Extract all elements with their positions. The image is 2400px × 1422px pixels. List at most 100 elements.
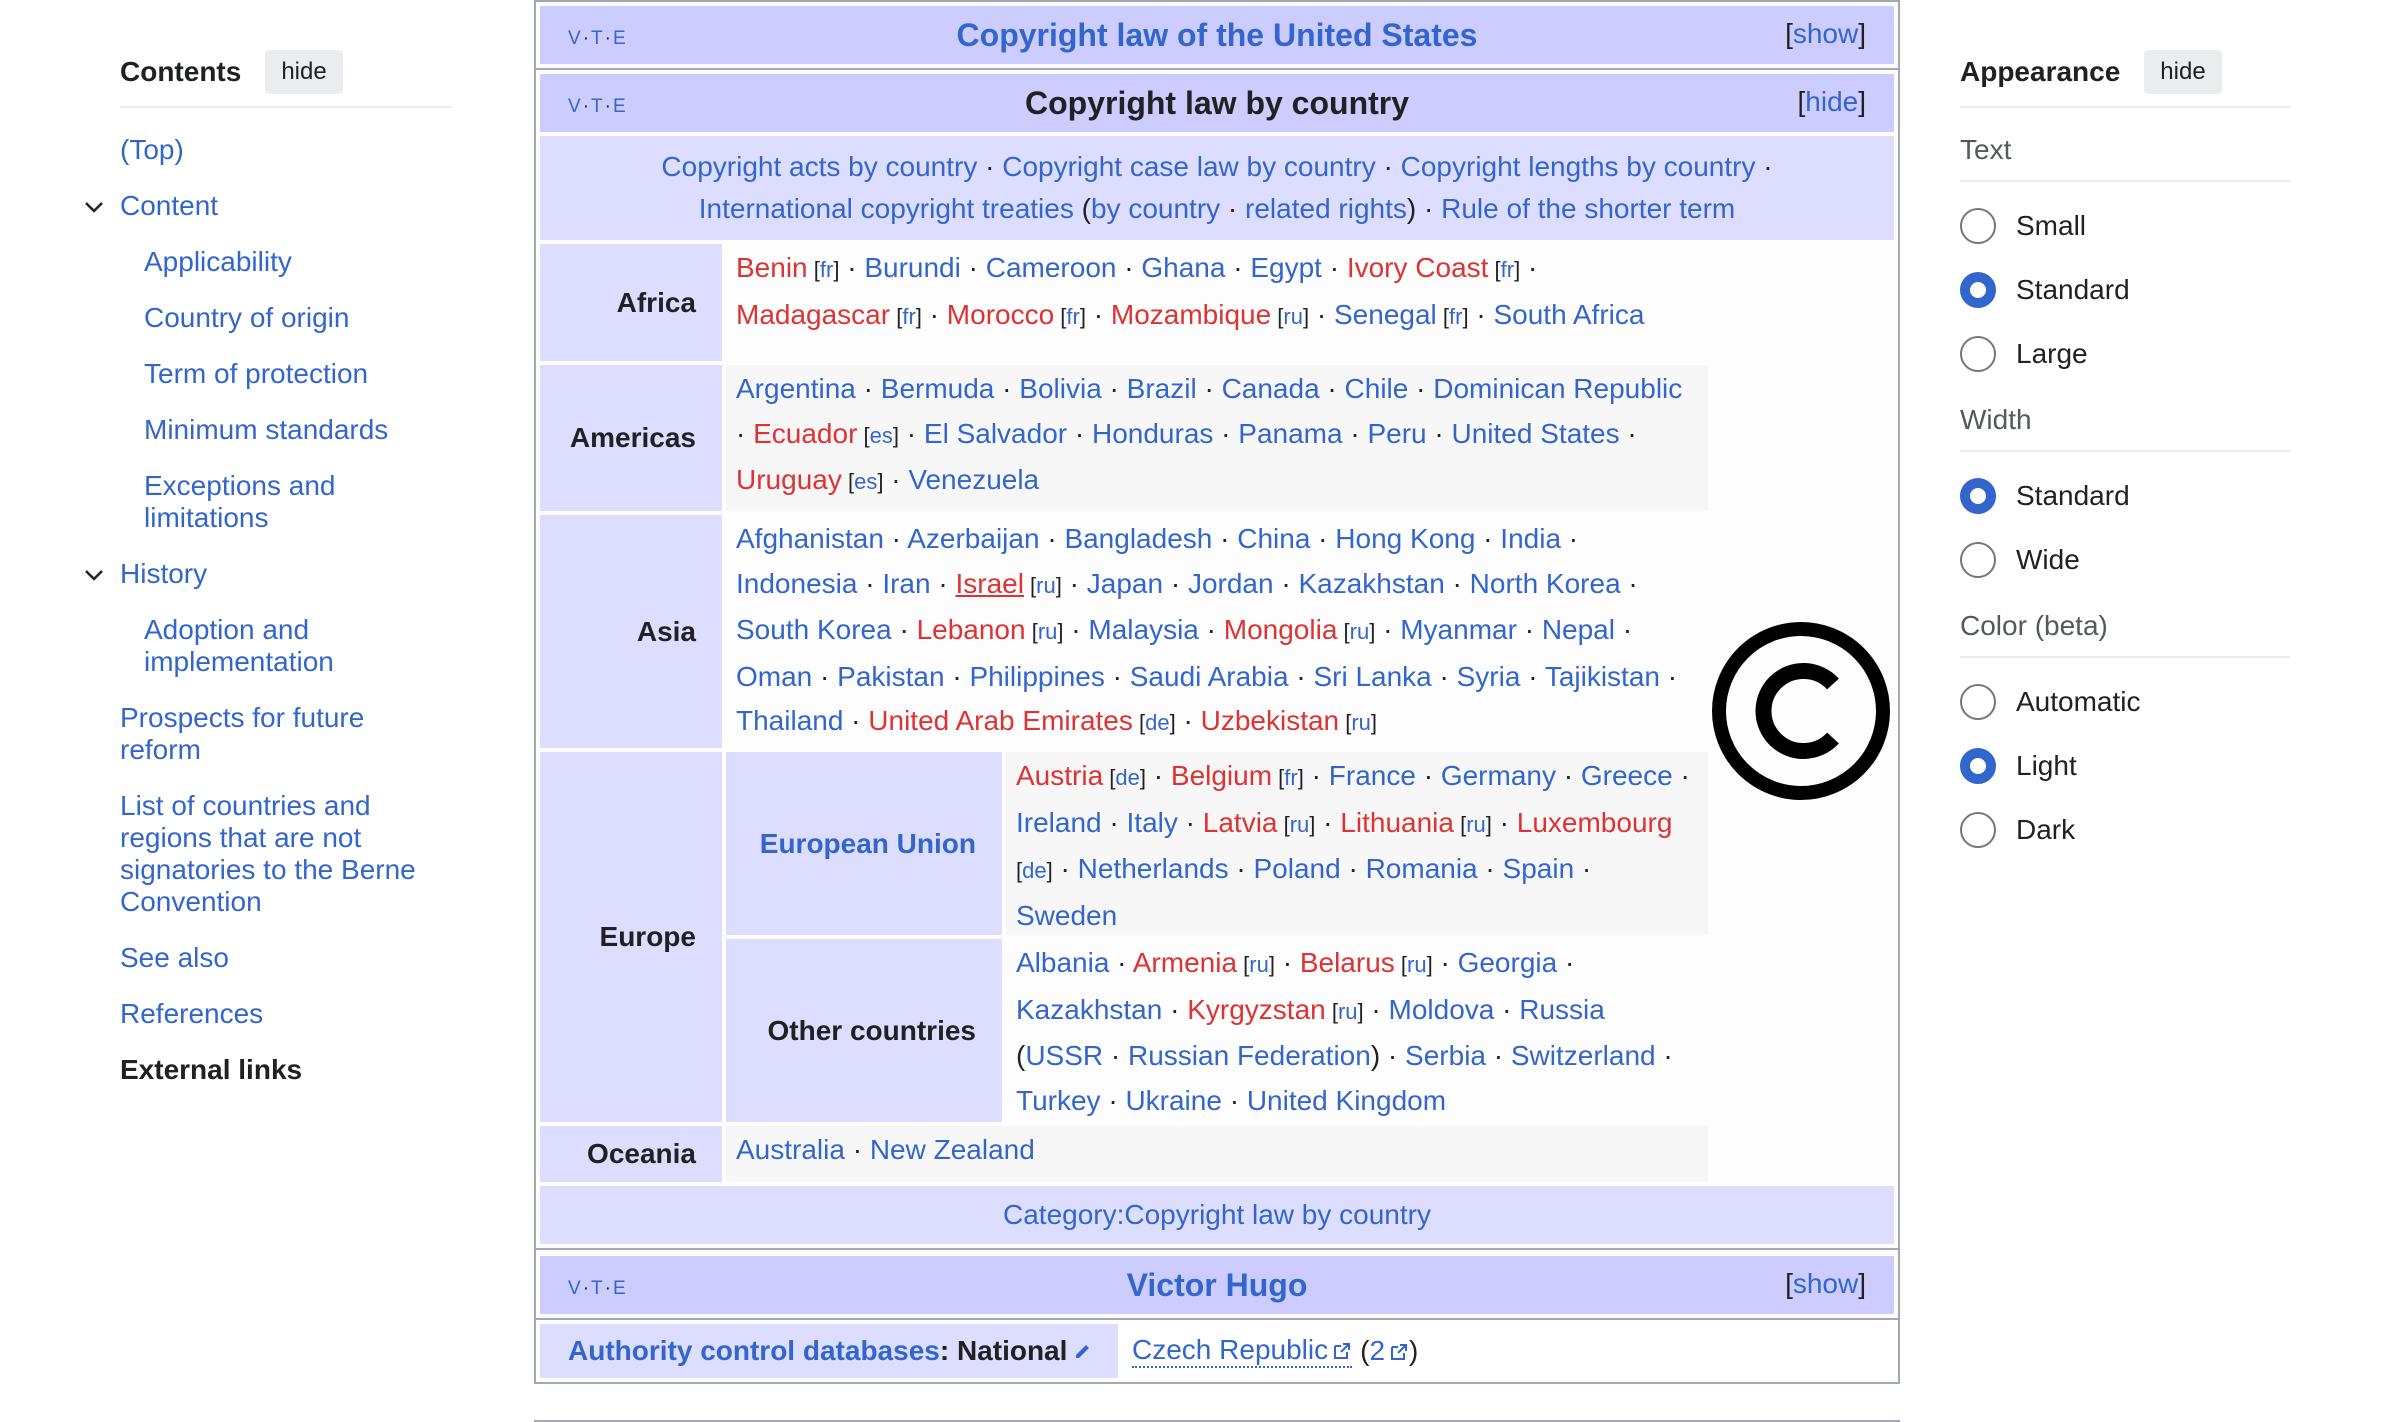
toc-item-term-of-protection[interactable]: Term of protection [120, 358, 452, 390]
copyright-case-law-link[interactable]: Copyright case law by country [1002, 151, 1376, 182]
width-option-wide[interactable]: Wide [1960, 540, 2290, 580]
interlanguage-link[interactable]: [de] [1016, 858, 1053, 883]
toc-item-exceptions-and-limitations[interactable]: Exceptions and limitations [120, 470, 452, 534]
toc-item-top[interactable]: (Top) [120, 134, 452, 166]
interlanguage-link[interactable]: [ru] [1024, 573, 1062, 598]
talk-link[interactable]: T [591, 28, 605, 49]
country-link-bolivia[interactable]: Bolivia [1019, 373, 1101, 404]
radio-button[interactable] [1960, 812, 1996, 848]
country-link-dominican-republic[interactable]: Dominican Republic [1433, 373, 1682, 404]
country-link-serbia[interactable]: Serbia [1405, 1040, 1486, 1071]
interlanguage-link[interactable]: [ru] [1271, 304, 1309, 329]
toc-item-minimum-standards[interactable]: Minimum standards [120, 414, 452, 446]
country-link-lithuania[interactable]: Lithuania [1340, 807, 1454, 838]
country-link-morocco[interactable]: Morocco [947, 299, 1054, 330]
country-link-austria[interactable]: Austria [1016, 760, 1103, 791]
interlanguage-link[interactable]: [ru] [1237, 952, 1275, 977]
related-rights-link[interactable]: related rights [1245, 193, 1407, 224]
country-link-benin[interactable]: Benin [736, 252, 808, 283]
country-link-india[interactable]: India [1500, 523, 1561, 554]
country-link-japan[interactable]: Japan [1087, 568, 1163, 599]
interlanguage-link[interactable]: [de] [1133, 710, 1176, 735]
country-link-france[interactable]: France [1329, 760, 1416, 791]
country-link-venezuela[interactable]: Venezuela [908, 464, 1039, 495]
country-link-ukraine[interactable]: Ukraine [1125, 1085, 1221, 1116]
navbox-title[interactable]: Copyright law of the United States [957, 17, 1478, 54]
country-link-el-salvador[interactable]: El Salvador [924, 418, 1067, 449]
interlanguage-link[interactable]: [es] [842, 469, 884, 494]
country-link-egypt[interactable]: Egypt [1250, 252, 1322, 283]
authority-second-link[interactable]: 2 [1369, 1335, 1409, 1367]
country-link-russian-federation[interactable]: Russian Federation [1128, 1040, 1371, 1071]
country-link-malaysia[interactable]: Malaysia [1088, 614, 1198, 645]
country-link-germany[interactable]: Germany [1441, 760, 1556, 791]
talk-link[interactable]: T [591, 1278, 605, 1299]
country-link-switzerland[interactable]: Switzerland [1511, 1040, 1656, 1071]
text-option-small[interactable]: Small [1960, 206, 2290, 246]
country-link-lebanon[interactable]: Lebanon [917, 614, 1026, 645]
country-link-hong-kong[interactable]: Hong Kong [1335, 523, 1475, 554]
country-link-kazakhstan[interactable]: Kazakhstan [1016, 994, 1162, 1025]
shorter-term-link[interactable]: Rule of the shorter term [1441, 193, 1735, 224]
radio-button[interactable] [1960, 748, 1996, 784]
interlanguage-link[interactable]: [ru] [1454, 812, 1492, 837]
interlanguage-link[interactable]: [fr] [808, 257, 840, 282]
country-link-madagascar[interactable]: Madagascar [736, 299, 890, 330]
country-link-spain[interactable]: Spain [1503, 853, 1575, 884]
category-link[interactable]: Category:Copyright law by country [1003, 1199, 1431, 1230]
toc-item-content[interactable]: Content [85, 190, 452, 222]
interlanguage-link[interactable]: [fr] [1437, 304, 1469, 329]
talk-link[interactable]: T [591, 96, 605, 117]
country-link-latvia[interactable]: Latvia [1203, 807, 1278, 838]
country-link-ecuador[interactable]: Ecuador [753, 418, 857, 449]
country-link-ivory-coast[interactable]: Ivory Coast [1347, 252, 1489, 283]
country-link-azerbaijan[interactable]: Azerbaijan [907, 523, 1039, 554]
country-link-greece[interactable]: Greece [1581, 760, 1673, 791]
toc-item-history[interactable]: History [85, 558, 452, 590]
country-link-uruguay[interactable]: Uruguay [736, 464, 842, 495]
country-link-afghanistan[interactable]: Afghanistan [736, 523, 884, 554]
country-link-united-kingdom[interactable]: United Kingdom [1247, 1085, 1446, 1116]
country-link-luxembourg[interactable]: Luxembourg [1517, 807, 1673, 838]
copyright-lengths-link[interactable]: Copyright lengths by country [1401, 151, 1756, 182]
country-link-new-zealand[interactable]: New Zealand [870, 1134, 1035, 1165]
chevron-down-icon[interactable] [82, 562, 106, 586]
pencil-icon[interactable] [1073, 1341, 1093, 1361]
country-link-mongolia[interactable]: Mongolia [1224, 614, 1338, 645]
country-link-indonesia[interactable]: Indonesia [736, 568, 857, 599]
country-link-uzbekistan[interactable]: Uzbekistan [1201, 705, 1340, 736]
country-link-peru[interactable]: Peru [1367, 418, 1426, 449]
toc-item-country-of-origin[interactable]: Country of origin [120, 302, 452, 334]
edit-link[interactable]: E [613, 1278, 628, 1299]
country-link-senegal[interactable]: Senegal [1334, 299, 1437, 330]
radio-button[interactable] [1960, 272, 1996, 308]
toc-hide-button[interactable]: hide [265, 50, 343, 94]
radio-button[interactable] [1960, 478, 1996, 514]
interlanguage-link[interactable]: [ru] [1277, 812, 1316, 837]
interlanguage-link[interactable]: [fr] [1488, 257, 1521, 282]
subgroup-label-eu[interactable]: European Union [726, 752, 1002, 935]
interlanguage-link[interactable]: [ru] [1339, 710, 1377, 735]
interlanguage-link[interactable]: [ru] [1026, 619, 1064, 644]
country-link-albania[interactable]: Albania [1016, 947, 1109, 978]
chevron-down-icon[interactable] [82, 194, 106, 218]
interlanguage-link[interactable]: [ru] [1326, 999, 1364, 1024]
navbox-toggle[interactable]: [show] [1785, 18, 1866, 50]
toc-item-list-of-countries-and-regions-that-are-not-signatories-to-the-berne-convention[interactable]: List of countries and regions that are n… [120, 790, 452, 918]
country-link-myanmar[interactable]: Myanmar [1400, 614, 1517, 645]
navbox-title[interactable]: Victor Hugo [1127, 1267, 1308, 1304]
country-link-armenia[interactable]: Armenia [1133, 947, 1237, 978]
authority-control-link[interactable]: Authority control databases [568, 1335, 940, 1367]
interlanguage-link[interactable]: [ru] [1395, 952, 1433, 977]
toc-item-see-also[interactable]: See also [120, 942, 452, 974]
country-link-sweden[interactable]: Sweden [1016, 900, 1117, 931]
country-link-nepal[interactable]: Nepal [1542, 614, 1615, 645]
country-link-italy[interactable]: Italy [1127, 807, 1178, 838]
country-link-ghana[interactable]: Ghana [1141, 252, 1225, 283]
radio-button[interactable] [1960, 542, 1996, 578]
treaties-by-country-link[interactable]: by country [1091, 193, 1220, 224]
country-link-tajikistan[interactable]: Tajikistan [1545, 661, 1660, 692]
interlanguage-link[interactable]: [ru] [1337, 619, 1376, 644]
view-link[interactable]: V [568, 28, 583, 49]
country-link-mozambique[interactable]: Mozambique [1111, 299, 1271, 330]
